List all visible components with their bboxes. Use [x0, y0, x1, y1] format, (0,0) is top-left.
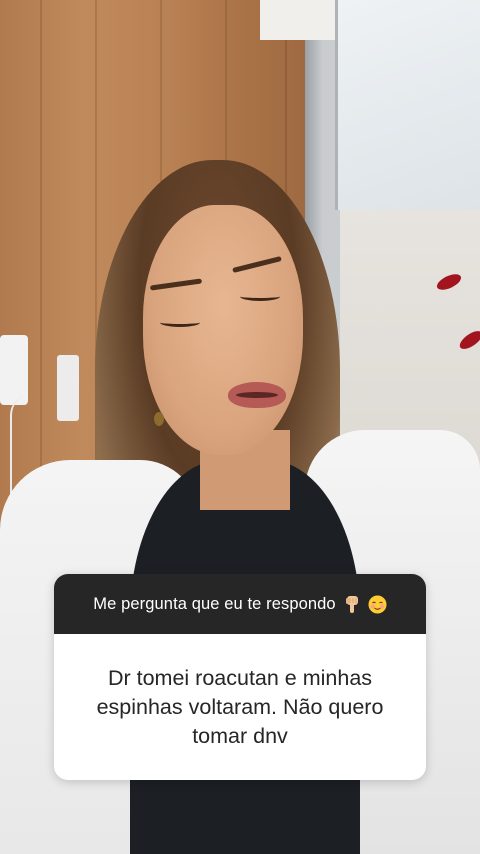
person-face [143, 205, 303, 455]
question-answer-text: Dr tomei roacutan e minhas espinhas volt… [96, 665, 384, 748]
question-prompt: Me pergunta que eu te respondo [93, 594, 336, 613]
smiling-blush-face-icon [368, 595, 387, 614]
question-sticker-header: Me pergunta que eu te respondo [54, 574, 426, 634]
left-eye [160, 318, 200, 327]
right-eye [240, 292, 280, 301]
question-sticker-body: Dr tomei roacutan e minhas espinhas volt… [54, 634, 426, 780]
earring [154, 412, 164, 426]
person-lips [228, 382, 286, 408]
wall-outlet [0, 335, 28, 405]
window-pane [335, 0, 480, 210]
wall-switch [57, 355, 79, 421]
backhand-index-pointing-down-icon [344, 595, 360, 613]
question-sticker[interactable]: Me pergunta que eu te respondo Dr tomei … [54, 574, 426, 780]
story-view: Me pergunta que eu te respondo Dr tomei … [0, 0, 480, 854]
